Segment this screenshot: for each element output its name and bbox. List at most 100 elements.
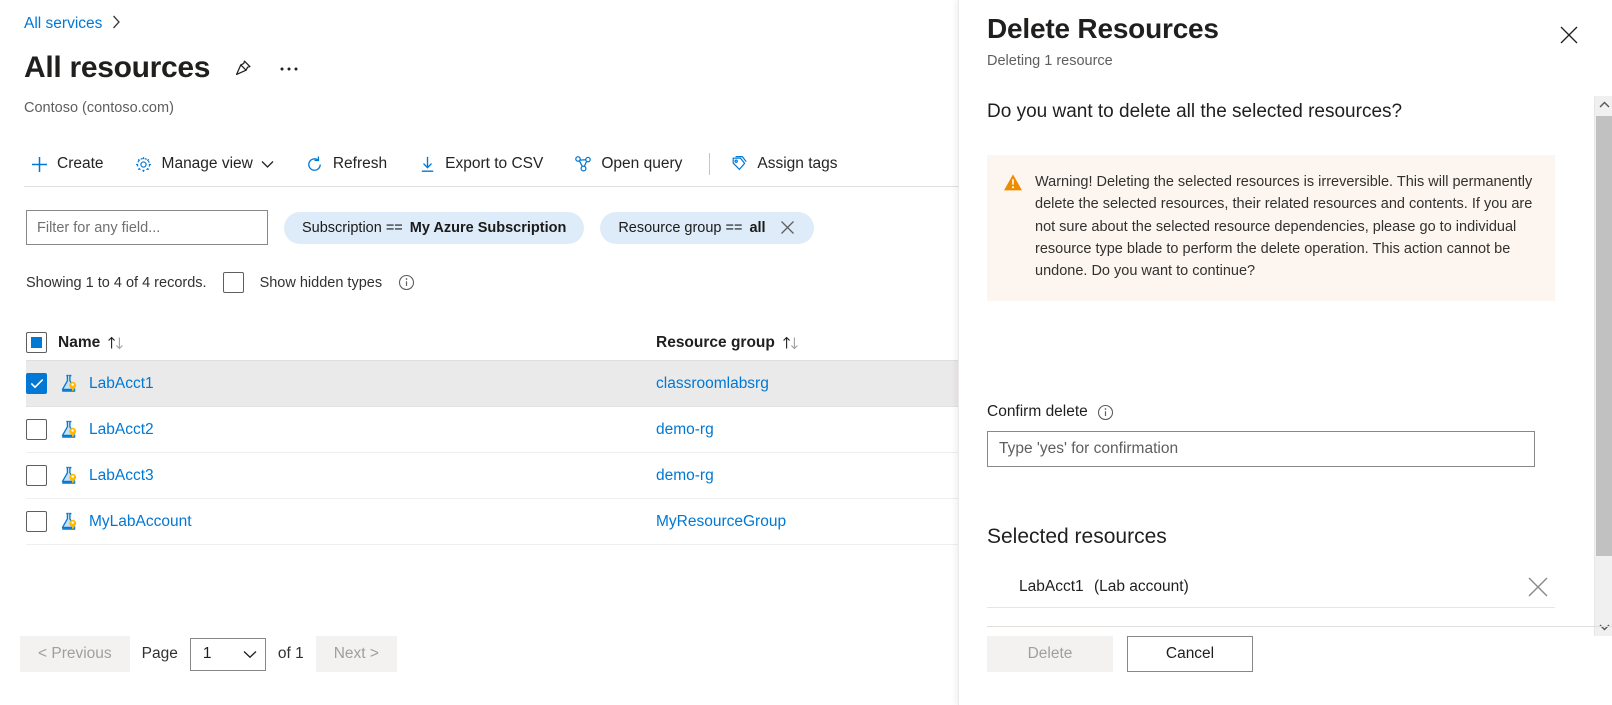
panel-footer: Delete Cancel (987, 636, 1253, 672)
caret-down-icon[interactable] (1595, 618, 1612, 636)
row-checkbox[interactable] (26, 373, 47, 394)
caret-up-icon[interactable] (1595, 96, 1612, 114)
panel-header: Delete Resources Deleting 1 resource (987, 14, 1219, 69)
filter-pill-resource-group[interactable]: Resource group == all (600, 212, 813, 244)
resource-name-link[interactable]: MyLabAccount (89, 513, 192, 531)
chevron-down-icon (243, 650, 257, 659)
refresh-icon (305, 154, 325, 174)
warning-triangle-icon (1003, 173, 1023, 192)
toolbar-divider (709, 153, 710, 175)
resource-group-link[interactable]: demo-rg (656, 421, 714, 439)
plus-icon (29, 154, 49, 174)
resource-name-link[interactable]: LabAcct3 (89, 467, 154, 485)
resource-group-link[interactable]: classroomlabsrg (656, 375, 769, 393)
column-header-name[interactable]: Name (58, 334, 656, 352)
info-icon[interactable] (1097, 404, 1114, 421)
next-page-button[interactable]: Next > (316, 636, 397, 672)
panel-scrollbar[interactable] (1594, 96, 1612, 636)
refresh-button[interactable]: Refresh (300, 149, 400, 179)
pin-icon[interactable] (230, 55, 256, 81)
assign-tags-label: Assign tags (757, 155, 837, 173)
command-toolbar: Create Manage view (24, 143, 863, 185)
subscription-pill-prefix: Subscription == (302, 220, 403, 236)
row-checkbox[interactable] (26, 465, 47, 486)
resource-group-link[interactable]: MyResourceGroup (656, 513, 786, 531)
export-to-csv-button[interactable]: Export to CSV (412, 149, 556, 179)
chevron-down-icon (261, 154, 275, 174)
cancel-button[interactable]: Cancel (1127, 636, 1253, 672)
resource-group-link[interactable]: demo-rg (656, 467, 714, 485)
manage-view-label: Manage view (162, 155, 253, 173)
page-subtitle: Contoso (contoso.com) (24, 100, 174, 116)
delete-question: Do you want to delete all the selected r… (987, 101, 1402, 123)
subscription-pill-value: My Azure Subscription (410, 220, 567, 236)
sort-updown-icon (107, 335, 126, 351)
row-checkbox[interactable] (26, 511, 47, 532)
filter-pill-subscription[interactable]: Subscription == My Azure Subscription (284, 212, 584, 244)
selected-resource-type: (Lab account) (1094, 578, 1189, 595)
resource-group-pill-prefix: Resource group == (618, 220, 742, 236)
filter-row: Subscription == My Azure Subscription Re… (26, 210, 814, 245)
row-resource-group-cell: classroomlabsrg (656, 375, 958, 393)
show-hidden-types-checkbox[interactable] (223, 272, 244, 293)
delete-button[interactable]: Delete (987, 636, 1113, 672)
open-query-button[interactable]: Open query (568, 149, 695, 179)
breadcrumb-chevron-icon (112, 15, 121, 33)
resource-group-pill-value: all (749, 220, 765, 236)
page-label: Page (142, 645, 178, 663)
table-row[interactable]: LabAcct2 demo-rg (26, 407, 958, 453)
selected-resource-label: LabAcct1 (Lab account) (987, 578, 1189, 596)
column-header-resource-group[interactable]: Resource group (656, 334, 958, 352)
download-icon (417, 154, 437, 174)
selected-resources-heading: Selected resources (987, 525, 1167, 549)
warning-text: Warning! Deleting the selected resources… (1035, 171, 1537, 283)
page-total-label: of 1 (278, 645, 304, 663)
table-header-row: Name Resource group (26, 325, 958, 361)
filter-input[interactable] (26, 210, 268, 245)
refresh-label: Refresh (333, 155, 387, 173)
row-checkbox[interactable] (26, 419, 47, 440)
resource-name-link[interactable]: LabAcct1 (89, 375, 154, 393)
assign-tags-button[interactable]: Assign tags (724, 149, 850, 179)
remove-selected-resource-icon[interactable] (1525, 574, 1555, 600)
select-all-checkbox[interactable] (26, 332, 47, 353)
confirm-delete-input[interactable] (987, 431, 1535, 467)
row-select-cell (26, 373, 58, 394)
pagination: < Previous Page 1 of 1 Next > (20, 636, 397, 672)
close-icon[interactable] (1556, 22, 1582, 48)
resources-table: Name Resource group (26, 325, 958, 545)
row-name-cell: LabAcct1 (58, 373, 656, 395)
all-resources-blade: All services All resources (0, 0, 958, 705)
row-name-cell: MyLabAccount (58, 511, 656, 533)
records-row: Showing 1 to 4 of 4 records. Show hidden… (26, 272, 415, 293)
info-icon[interactable] (398, 274, 415, 291)
row-resource-group-cell: demo-rg (656, 421, 958, 439)
confirm-delete-label: Confirm delete (987, 403, 1088, 421)
query-graph-icon (573, 154, 593, 174)
selected-resource-name: LabAcct1 (1019, 578, 1084, 595)
delete-resources-panel: Delete Resources Deleting 1 resource Do … (958, 0, 1612, 705)
panel-footer-divider (987, 626, 1612, 627)
lab-account-icon (58, 511, 80, 533)
ellipsis-icon[interactable] (276, 55, 302, 81)
table-row[interactable]: LabAcct1 classroomlabsrg (26, 361, 958, 407)
panel-body: Do you want to delete all the selected r… (959, 88, 1579, 633)
table-row[interactable]: LabAcct3 demo-rg (26, 453, 958, 499)
confirm-delete-label-row: Confirm delete (987, 403, 1114, 421)
lab-account-icon (58, 419, 80, 441)
resource-name-link[interactable]: LabAcct2 (89, 421, 154, 439)
create-label: Create (57, 155, 104, 173)
lab-account-icon (58, 373, 80, 395)
column-header-name-label: Name (58, 334, 100, 352)
create-button[interactable]: Create (24, 149, 117, 179)
table-row[interactable]: MyLabAccount MyResourceGroup (26, 499, 958, 545)
breadcrumb: All services (24, 15, 121, 33)
page-number-select[interactable]: 1 (190, 638, 266, 671)
close-icon[interactable] (779, 219, 796, 236)
row-resource-group-cell: demo-rg (656, 467, 958, 485)
panel-subtitle: Deleting 1 resource (987, 53, 1219, 69)
scrollbar-thumb[interactable] (1596, 116, 1612, 556)
manage-view-button[interactable]: Manage view (129, 149, 288, 179)
breadcrumb-all-services[interactable]: All services (24, 15, 102, 33)
previous-page-button[interactable]: < Previous (20, 636, 130, 672)
